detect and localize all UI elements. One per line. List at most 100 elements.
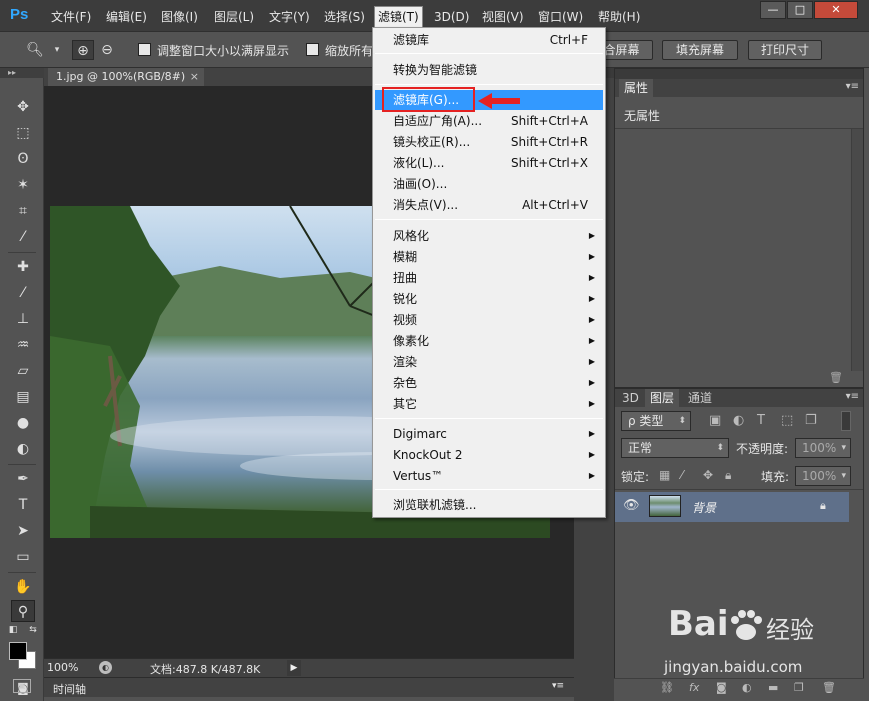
menu-item-blur[interactable]: 模糊 ▶ [375, 247, 603, 267]
foreground-color-swatch[interactable] [9, 642, 27, 660]
crop-tool-icon[interactable]: ⌗ [11, 200, 35, 222]
layers-menu-icon[interactable]: ▾≡ [846, 391, 859, 402]
layer-name[interactable]: 背景 [692, 499, 716, 516]
fill-screen-button[interactable]: 填充屏幕 [662, 40, 738, 60]
tools-panel-grip[interactable]: ▸▸ [0, 68, 44, 78]
dodge-tool-icon[interactable]: ◐ [11, 438, 35, 460]
zoom-tool-icon[interactable]: 🔍︎ [24, 40, 46, 60]
default-colors-icon[interactable]: ◧ [6, 624, 20, 636]
document-tab[interactable]: 1.jpg @ 100%(RGB/8#) × [48, 68, 204, 86]
menu-edit[interactable]: 编辑(E) [103, 8, 150, 26]
status-info-icon[interactable]: ◐ [99, 661, 112, 674]
layer-filter-select[interactable]: ρ 类型 ⬍ [621, 411, 691, 431]
menu-item-oil-paint[interactable]: 油画(O)... [375, 174, 603, 194]
move-tool-icon[interactable]: ✥ [11, 96, 35, 118]
healing-brush-icon[interactable]: ✚ [11, 256, 35, 278]
menu-item-stylize[interactable]: 风格化 ▶ [375, 226, 603, 246]
menu-item-distort[interactable]: 扭曲 ▶ [375, 268, 603, 288]
menu-item-sharpen[interactable]: 锐化 ▶ [375, 289, 603, 309]
lasso-tool-icon[interactable]: ʘ [11, 148, 35, 170]
zoom-all-checkbox[interactable] [306, 43, 319, 56]
lock-all-icon[interactable]: 🔒︎ [725, 468, 731, 483]
tab-channels[interactable]: 通道 [683, 389, 718, 407]
tab-layers[interactable]: 图层 [645, 389, 680, 407]
tab-3d[interactable]: 3D [617, 389, 644, 407]
maximize-button[interactable]: □ [787, 1, 813, 19]
hand-tool-icon[interactable]: ✋ [11, 576, 35, 598]
menu-item-browse-online-filters[interactable]: 浏览联机滤镜... [375, 495, 603, 515]
menu-select[interactable]: 选择(S) [321, 8, 368, 26]
blur-tool-icon[interactable]: ● [11, 412, 35, 434]
menu-item-knockout[interactable]: KnockOut 2 ▶ [375, 445, 603, 465]
properties-panel-grip[interactable] [615, 69, 863, 79]
filter-pixel-icon[interactable]: ▣ [709, 413, 721, 428]
menu-image[interactable]: 图像(I) [158, 8, 201, 26]
close-button[interactable]: ✕ [814, 1, 858, 19]
tool-preset-dropdown[interactable]: ▾ [46, 40, 68, 60]
opacity-field[interactable]: 100% ▾ [795, 438, 851, 458]
menu-item-noise[interactable]: 杂色 ▶ [375, 373, 603, 393]
lock-position-icon[interactable]: ✥ [703, 468, 713, 482]
lock-transparent-icon[interactable]: ▦ [659, 468, 670, 482]
zoom-tool-selected-icon[interactable]: ⚲ [11, 600, 35, 622]
menu-view[interactable]: 视图(V) [479, 8, 527, 26]
clone-stamp-icon[interactable]: ⊥ [11, 308, 35, 330]
fill-field[interactable]: 100% ▾ [795, 466, 851, 486]
menu-file[interactable]: 文件(F) [48, 8, 94, 26]
filter-type-icon[interactable]: T [757, 413, 765, 428]
menu-item-render[interactable]: 渲染 ▶ [375, 352, 603, 372]
timeline-label[interactable]: 时间轴 [53, 681, 86, 697]
menu-item-convert-smart-filter[interactable]: 转换为智能滤镜 [375, 60, 603, 80]
menu-item-adaptive-wide-angle[interactable]: 自适应广角(A)... Shift+Ctrl+A [375, 111, 603, 131]
menu-item-video[interactable]: 视频 ▶ [375, 310, 603, 330]
menu-item-pixelate[interactable]: 像素化 ▶ [375, 331, 603, 351]
menu-item-lens-correction[interactable]: 镜头校正(R)... Shift+Ctrl+R [375, 132, 603, 152]
tab-close-icon[interactable]: × [190, 68, 199, 86]
menu-filter[interactable]: 滤镜(T) [374, 6, 423, 28]
menu-type[interactable]: 文字(Y) [266, 8, 313, 26]
eye-visibility-icon[interactable]: 👁︎ [623, 498, 640, 513]
eyedropper-icon[interactable]: ⁄ [11, 226, 35, 248]
menu-item-vanishing-point[interactable]: 消失点(V)... Alt+Ctrl+V [375, 195, 603, 215]
print-size-button[interactable]: 打印尺寸 [748, 40, 822, 60]
swap-colors-icon[interactable]: ⇆ [26, 624, 40, 636]
lock-image-icon[interactable]: ⁄ [681, 468, 683, 482]
filter-smart-object-icon[interactable]: ❐ [805, 413, 817, 428]
menu-3d[interactable]: 3D(D) [431, 8, 472, 26]
menu-item-other[interactable]: 其它 ▶ [375, 394, 603, 414]
timeline-menu-icon[interactable]: ▾≡ [552, 681, 564, 691]
pen-tool-icon[interactable]: ✒ [11, 468, 35, 490]
resize-window-checkbox[interactable] [138, 43, 151, 56]
properties-menu-icon[interactable]: ▾≡ [846, 81, 859, 92]
menu-layer[interactable]: 图层(L) [211, 8, 257, 26]
filter-toggle[interactable] [841, 411, 851, 431]
marquee-tool-icon[interactable]: ⬚ [11, 122, 35, 144]
filter-shape-icon[interactable]: ⬚ [781, 413, 793, 428]
menu-item-digimarc[interactable]: Digimarc ▶ [375, 424, 603, 444]
status-menu-arrow[interactable]: ▶ [287, 660, 301, 676]
history-brush-icon[interactable]: ♒ [11, 334, 35, 356]
tab-properties[interactable]: 属性 [619, 79, 654, 97]
type-tool-icon[interactable]: T [11, 494, 35, 516]
trash-icon[interactable]: 🗑︎ [829, 371, 843, 384]
menu-help[interactable]: 帮助(H) [595, 8, 643, 26]
zoom-level[interactable]: 100% [47, 661, 78, 674]
filter-adjustment-icon[interactable]: ◐ [733, 413, 744, 428]
minimize-button[interactable]: — [760, 1, 786, 19]
brush-tool-icon[interactable]: ⁄ [11, 282, 35, 304]
menu-item-liquify[interactable]: 液化(L)... Shift+Ctrl+X [375, 153, 603, 173]
rectangle-tool-icon[interactable]: ▭ [11, 546, 35, 568]
menu-item-filter-gallery-last[interactable]: 滤镜库 Ctrl+F [375, 30, 603, 50]
properties-scrollbar[interactable] [851, 129, 863, 371]
blend-mode-select[interactable]: 正常 ⬍ [621, 438, 729, 458]
menu-window[interactable]: 窗口(W) [535, 8, 586, 26]
zoom-out-icon[interactable]: ⊖ [96, 40, 118, 60]
path-selection-icon[interactable]: ➤ [11, 520, 35, 542]
gradient-tool-icon[interactable]: ▤ [11, 386, 35, 408]
magic-wand-icon[interactable]: ✶ [11, 174, 35, 196]
eraser-tool-icon[interactable]: ▱ [11, 360, 35, 382]
menu-item-vertus[interactable]: Vertus™ ▶ [375, 466, 603, 486]
zoom-in-icon[interactable]: ⊕ [72, 40, 94, 60]
layer-row-background[interactable]: 👁︎ 背景 🔒︎ [615, 492, 849, 522]
screen-mode-icon[interactable]: ▣ [13, 679, 31, 693]
